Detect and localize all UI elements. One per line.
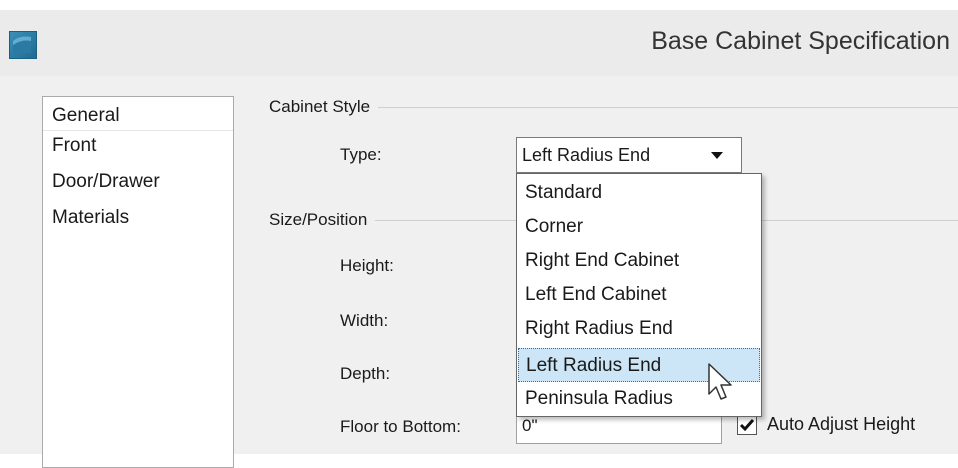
window-title: Base Cabinet Specification xyxy=(651,27,950,55)
type-label: Type: xyxy=(340,145,382,164)
nav-item-materials[interactable]: Materials xyxy=(43,203,233,233)
chevron-down-icon[interactable] xyxy=(711,152,723,159)
size-position-group-label: Size/Position xyxy=(269,210,376,230)
type-dropdown[interactable]: Left Radius End xyxy=(516,137,742,173)
nav-item-front[interactable]: Front xyxy=(43,131,233,161)
nav-item-general[interactable]: General xyxy=(43,101,233,131)
auto-adjust-height-checkbox[interactable] xyxy=(737,415,757,435)
option-corner[interactable]: Corner xyxy=(518,210,760,244)
auto-adjust-height-label: Auto Adjust Height xyxy=(767,414,916,434)
floor-to-bottom-label: Floor to Bottom: xyxy=(340,417,461,436)
nav-item-door-drawer[interactable]: Door/Drawer xyxy=(43,167,233,197)
option-left-end-cabinet[interactable]: Left End Cabinet xyxy=(518,278,760,312)
height-label: Height: xyxy=(340,256,394,275)
width-label: Width: xyxy=(340,311,389,330)
app-icon xyxy=(9,31,37,59)
option-standard[interactable]: Standard xyxy=(518,176,760,210)
mouse-pointer-icon xyxy=(707,362,735,411)
category-list[interactable]: General Front Door/Drawer Materials xyxy=(42,96,234,468)
option-right-end-cabinet[interactable]: Right End Cabinet xyxy=(518,244,760,278)
cabinet-style-group-label: Cabinet Style xyxy=(269,97,379,117)
title-bar: Base Cabinet Specification xyxy=(0,10,958,76)
option-right-radius-end[interactable]: Right Radius End xyxy=(518,312,760,346)
depth-label: Depth: xyxy=(340,364,391,383)
checkmark-icon xyxy=(739,419,755,432)
type-dropdown-value: Left Radius End xyxy=(522,145,651,165)
